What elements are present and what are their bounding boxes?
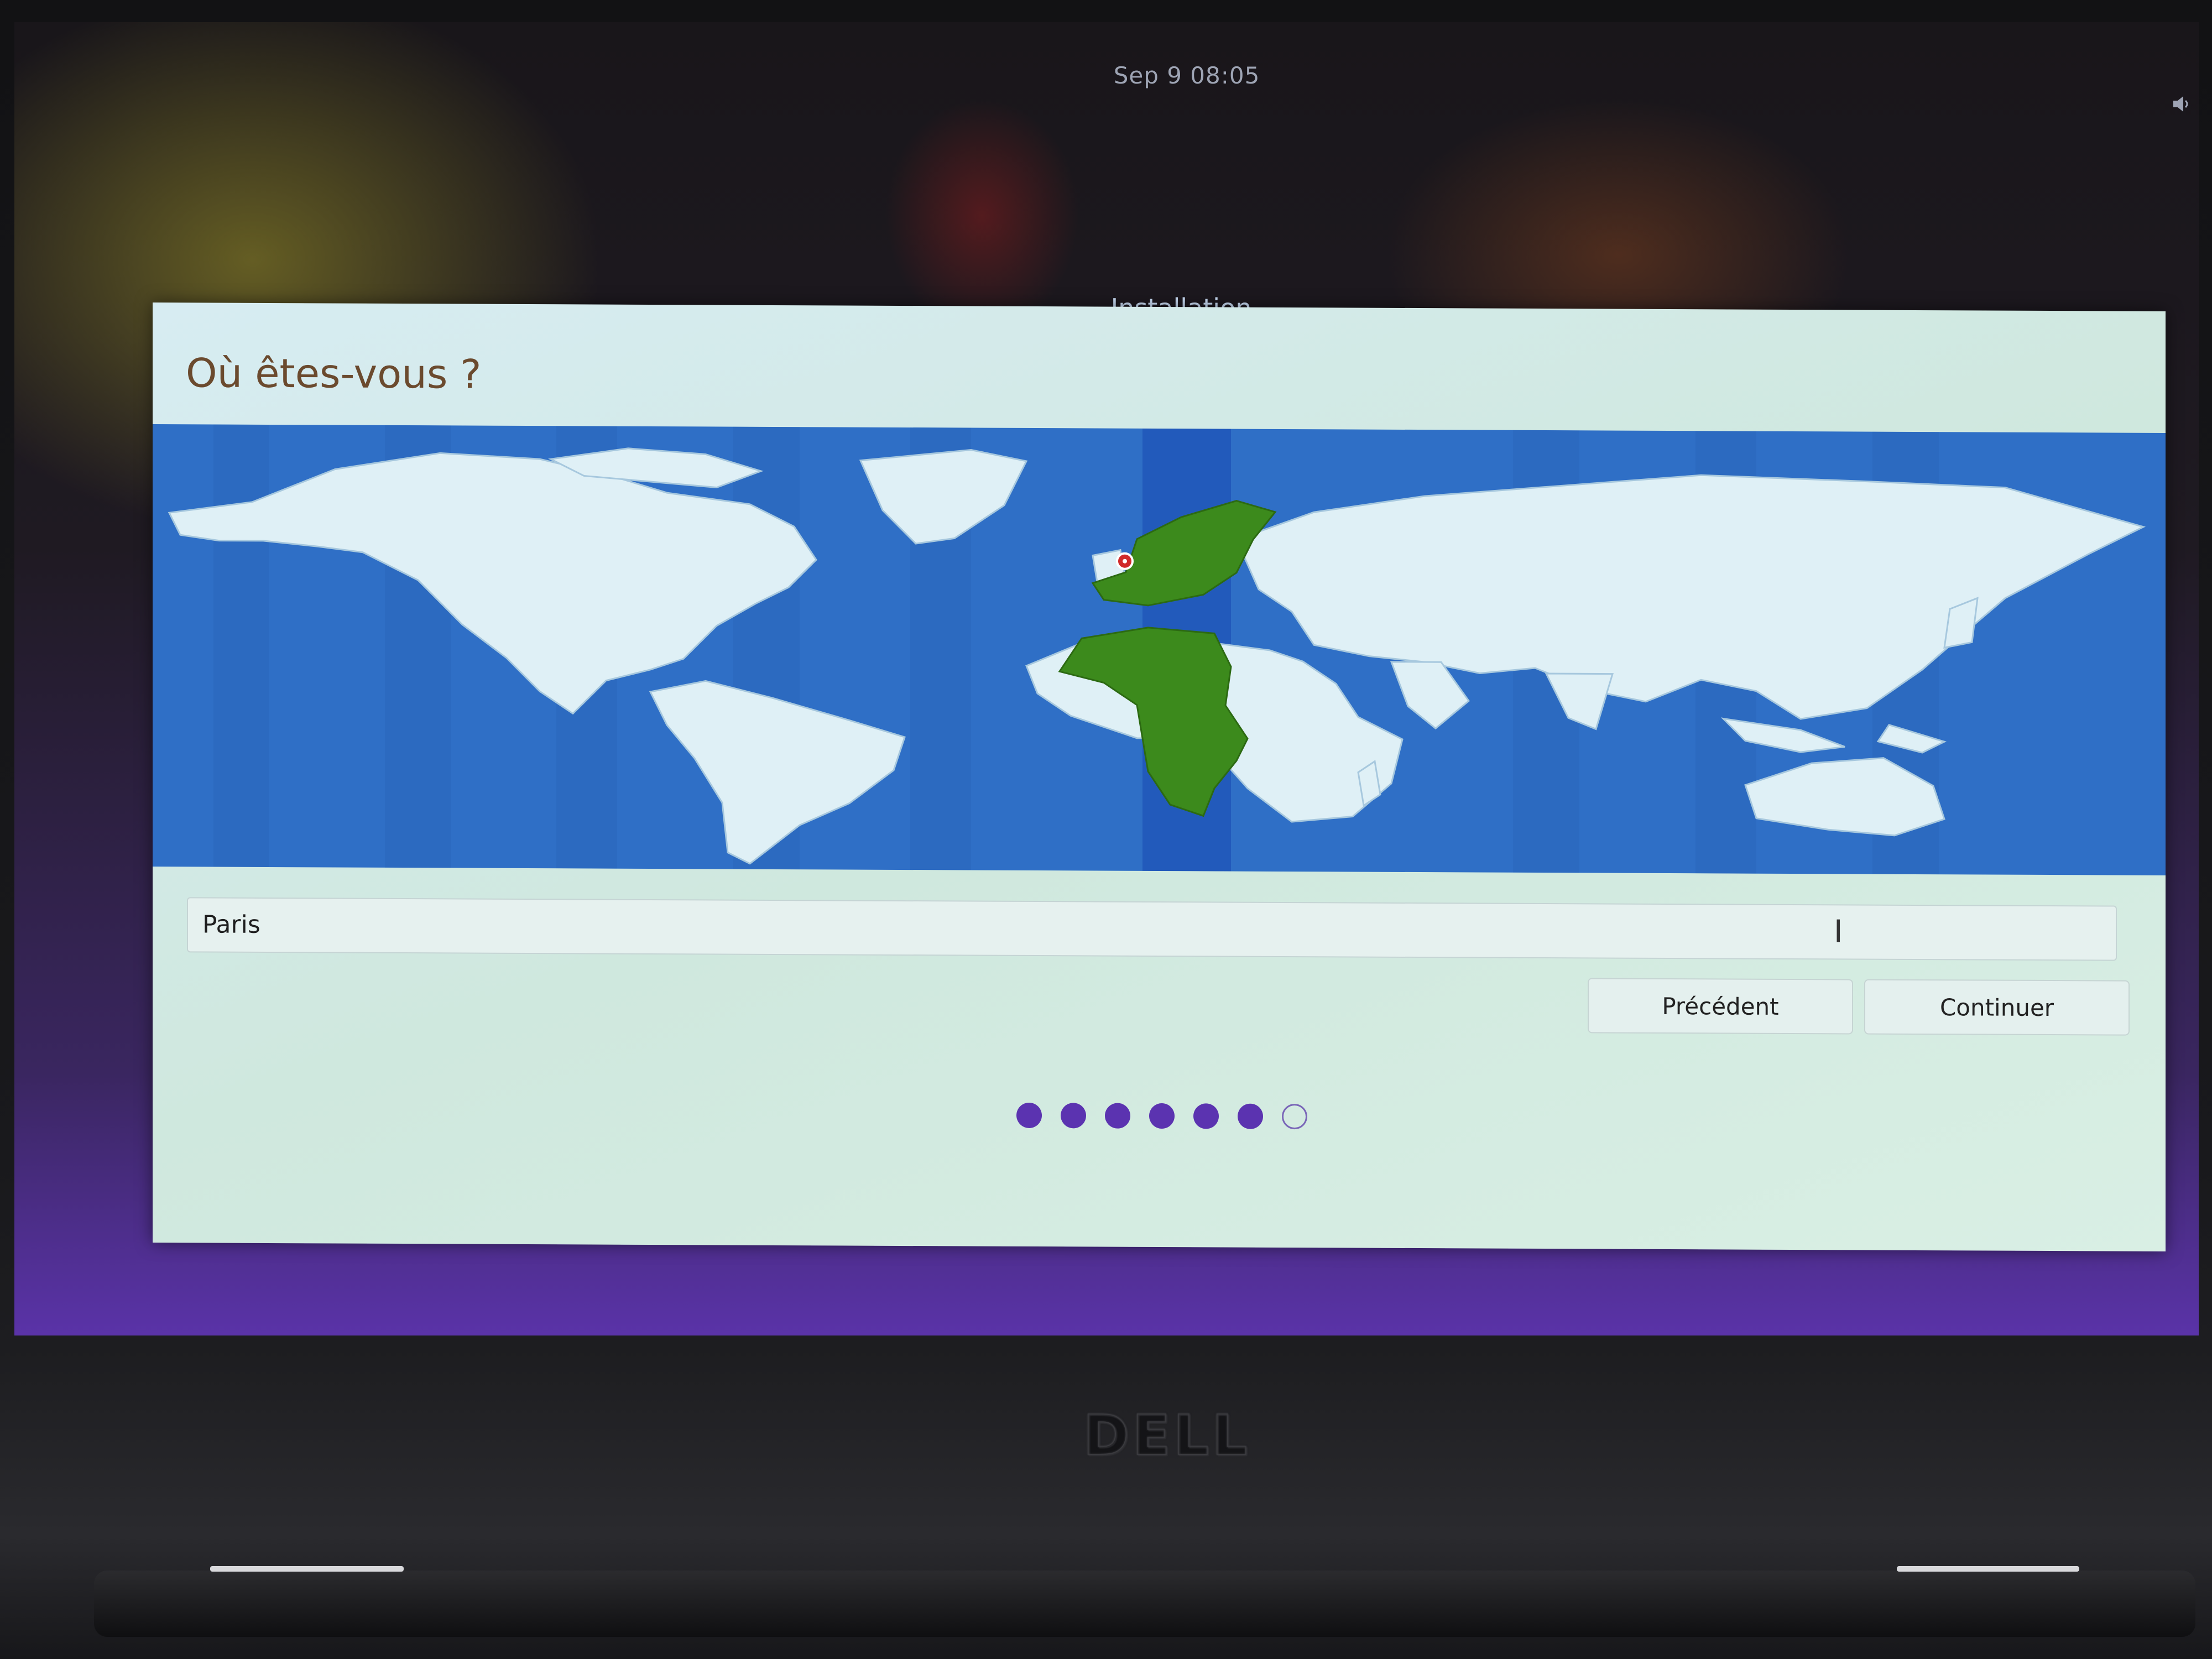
location-pin[interactable] xyxy=(1116,552,1134,570)
top-bar: Sep 9 08:05 xyxy=(14,22,2199,112)
hinge-reflection xyxy=(1897,1566,2079,1572)
svg-text:DELL: DELL xyxy=(1083,1405,1251,1465)
text-cursor-icon: I xyxy=(1834,914,1843,950)
progress-dot-done xyxy=(1105,1103,1130,1129)
progress-dot-done xyxy=(1061,1103,1086,1129)
volume-icon[interactable] xyxy=(2171,93,2193,115)
step-progress xyxy=(1016,1102,1307,1130)
page-title: Où êtes-vous ? xyxy=(186,349,482,398)
progress-dot-done xyxy=(1193,1103,1219,1129)
progress-dot-done xyxy=(1149,1103,1175,1129)
back-button[interactable]: Précédent xyxy=(1588,978,1853,1035)
dell-logo: DELL xyxy=(1083,1405,1251,1465)
continue-button[interactable]: Continuer xyxy=(1864,979,2130,1036)
laptop-hinge xyxy=(94,1571,2195,1637)
hinge-reflection xyxy=(210,1566,404,1572)
timezone-input[interactable]: Paris xyxy=(187,897,2117,961)
progress-dot-pending xyxy=(1282,1103,1307,1130)
screen: Sep 9 08:05 Installation Où êtes-vous ? xyxy=(14,22,2199,1335)
timezone-map[interactable] xyxy=(153,424,2166,875)
clock[interactable]: Sep 9 08:05 xyxy=(1098,62,1275,89)
brand-logo: DELL xyxy=(1073,1405,1261,1465)
progress-dot-current xyxy=(1238,1103,1263,1129)
installer-window: Où êtes-vous ? Paris I Précédent Continu… xyxy=(153,302,2166,1251)
progress-dot-done xyxy=(1016,1102,1042,1129)
world-map[interactable] xyxy=(153,424,2166,875)
